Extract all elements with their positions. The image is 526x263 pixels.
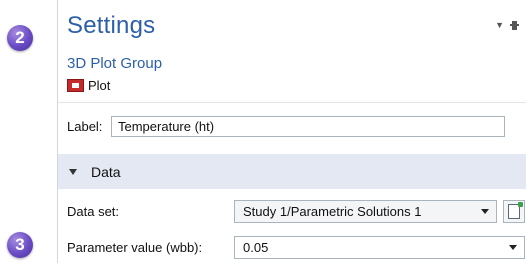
plot-button[interactable]: Plot [67,78,110,93]
panel-title: Settings [67,12,156,39]
label-field-label: Label: [67,119,103,134]
panel-subtitle: 3D Plot Group [67,55,163,72]
parameter-select[interactable]: 0.05 [234,236,525,259]
panel-controls: ▼ [495,20,519,30]
step-badge-2: 2 [7,25,33,51]
parameter-label: Parameter value (wbb): [67,240,203,255]
divider [58,102,526,103]
dataset-label: Data set: [67,204,120,219]
dataset-row: Data set: Study 1/Parametric Solutions 1 [67,200,525,223]
dataset-select[interactable]: Study 1/Parametric Solutions 1 [234,200,497,223]
plot-icon [67,79,84,92]
chevron-down-icon [502,245,524,250]
pin-icon[interactable] [510,20,519,30]
plot-button-label: Plot [88,78,111,93]
settings-panel: Settings ▼ 3D Plot Group Plot Label: Dat… [57,0,526,263]
go-to-source-button[interactable] [503,200,525,223]
parameter-row: Parameter value (wbb): 0.05 [67,236,525,259]
chevron-down-icon [474,209,496,214]
chevron-down-icon [69,168,77,175]
step-badge-3: 3 [7,232,33,258]
data-section-header[interactable]: Data [58,154,526,189]
label-input[interactable] [111,116,505,137]
compute-icon [508,202,523,219]
data-section-title: Data [91,163,121,180]
parameter-value: 0.05 [243,240,269,255]
label-row: Label: [67,116,505,137]
dataset-value: Study 1/Parametric Solutions 1 [243,204,422,219]
panel-menu-icon[interactable]: ▼ [495,20,504,30]
